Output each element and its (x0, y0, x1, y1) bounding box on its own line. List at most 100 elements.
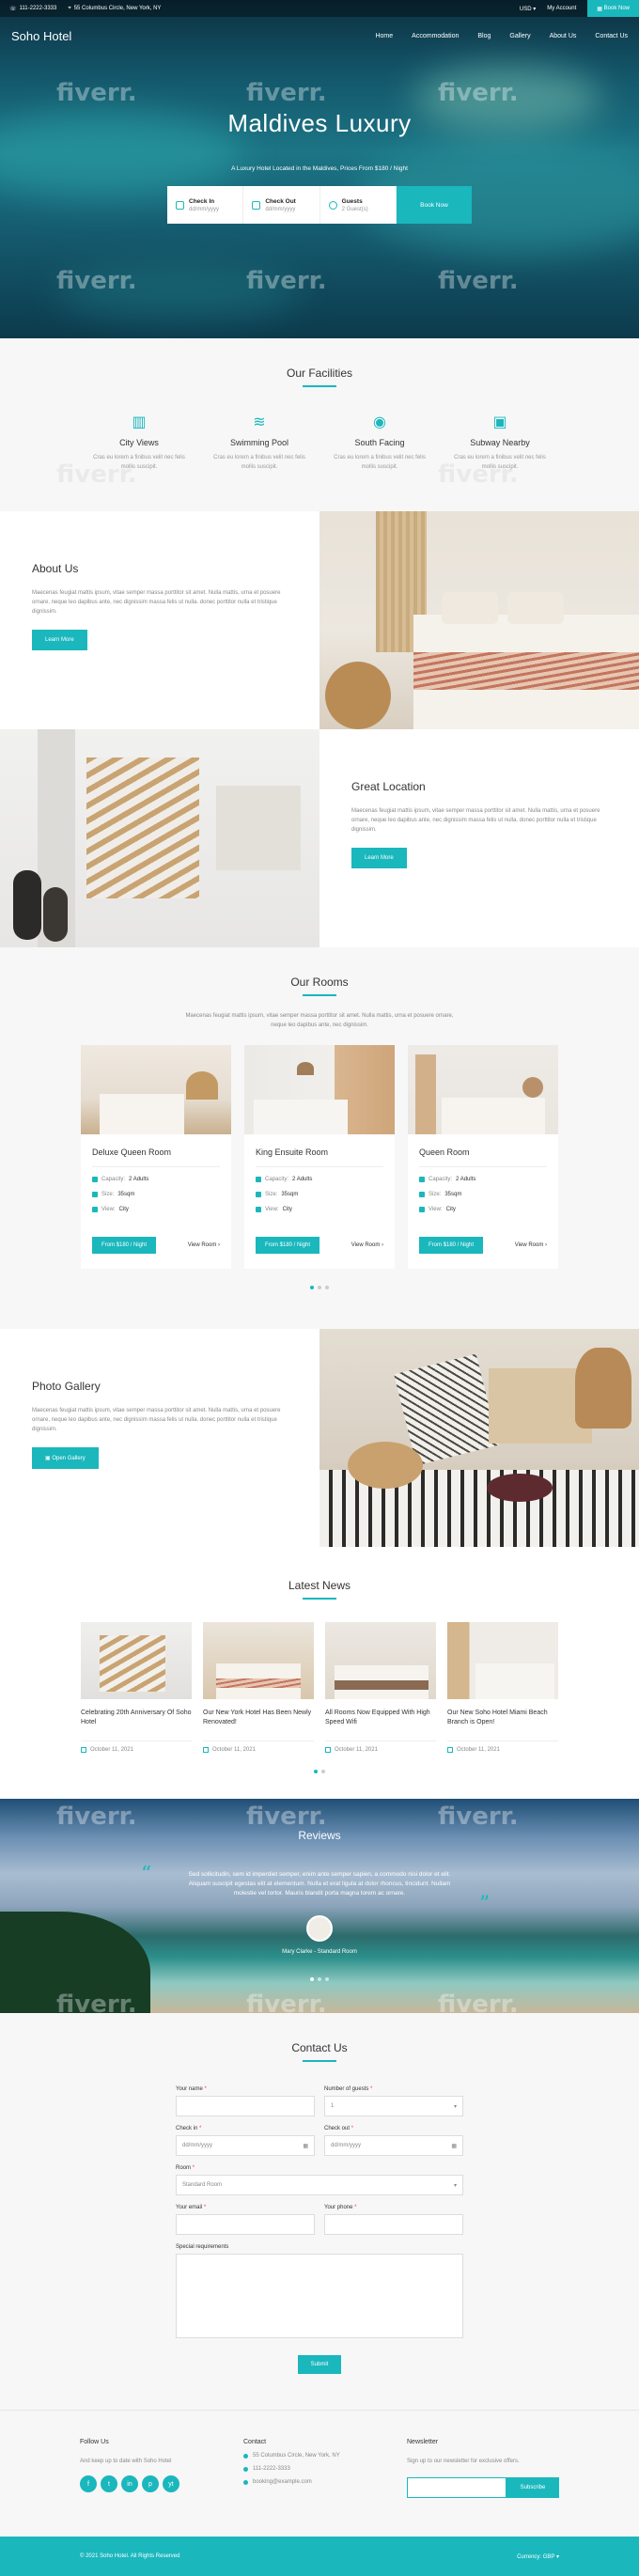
hero-title: Maldives Luxury (227, 109, 412, 137)
submit-button[interactable]: Submit (298, 2355, 341, 2374)
guests-select[interactable]: 1 ▾ (324, 2096, 463, 2116)
checkout-date-input[interactable]: dd/mm/yyyy ▦ (324, 2135, 463, 2156)
my-account-link[interactable]: My Account (547, 6, 576, 11)
carousel-dot[interactable] (314, 1770, 318, 1773)
carousel-dot[interactable] (325, 1286, 329, 1289)
room-image (408, 1045, 558, 1134)
facebook-icon[interactable]: f (80, 2475, 97, 2492)
nav-link-contact[interactable]: Contact Us (595, 33, 628, 39)
linkedin-icon[interactable]: in (121, 2475, 138, 2492)
news-image[interactable] (447, 1622, 558, 1699)
currency-label: USD (519, 6, 532, 12)
room-image (81, 1045, 231, 1134)
room-price-button[interactable]: From $180 / Night (419, 1237, 484, 1254)
black-vase (43, 887, 68, 942)
news-title-link[interactable]: Our New York Hotel Has Been Newly Renova… (203, 1709, 314, 1737)
carousel-dot[interactable] (325, 1977, 329, 1981)
compass-icon: ◉ (373, 414, 386, 430)
room-size: Size: 35sqm (256, 1192, 395, 1197)
capacity-label: Capacity: (265, 1177, 289, 1182)
carousel-dot[interactable] (321, 1770, 325, 1773)
news-title-link[interactable]: All Rooms Now Equipped With High Speed W… (325, 1709, 436, 1737)
checkout-field[interactable]: Check Out dd/mm/yyyy (243, 186, 320, 224)
news-image[interactable] (81, 1622, 192, 1699)
phone-input[interactable] (324, 2214, 463, 2235)
chevron-down-icon: ▾ (453, 2182, 457, 2189)
room-select[interactable]: Standard Room ▾ (176, 2175, 463, 2195)
calendar-icon (81, 1747, 86, 1753)
facility-name: Swimming Pool (229, 438, 289, 447)
name-input[interactable] (176, 2096, 315, 2116)
view-room-label: View Room (514, 1242, 544, 1248)
social-links: f t in p yt (80, 2475, 243, 2492)
room-price-button[interactable]: From $180 / Night (92, 1237, 157, 1254)
nav-link-about[interactable]: About Us (550, 33, 577, 39)
divider (419, 1166, 547, 1167)
view-label: View: (101, 1207, 116, 1212)
room-capacity: Capacity: 2 Adults (256, 1177, 395, 1182)
carousel-dot[interactable] (318, 1977, 321, 1981)
open-gallery-button[interactable]: ▣ Open Gallery (32, 1447, 99, 1469)
twitter-icon[interactable]: t (101, 2475, 117, 2492)
eye-icon (419, 1207, 425, 1212)
divider (92, 1166, 220, 1167)
room-card: Queen Room Capacity: 2 Adults Size: 35sqm … (408, 1045, 558, 1269)
room-name[interactable]: King Ensuite Room (256, 1147, 395, 1157)
view-room-link[interactable]: View Room › (188, 1242, 220, 1248)
view-room-link[interactable]: View Room › (351, 1242, 383, 1248)
watermark: fiverr. (56, 267, 137, 295)
carousel-dot[interactable] (318, 1286, 321, 1289)
news-title-link[interactable]: Celebrating 20th Anniversary Of Soho Hot… (81, 1709, 192, 1737)
currency-dropdown[interactable]: USD ▾ (520, 6, 536, 12)
topbar-phone[interactable]: ☏ 111-2222-3333 (9, 6, 56, 12)
woven-basket (348, 1442, 423, 1489)
nav-link-accommodation[interactable]: Accommodation (412, 33, 459, 39)
title-underline (303, 2060, 336, 2062)
building-icon: ▥ (132, 414, 147, 430)
nav-link-home[interactable]: Home (375, 33, 393, 39)
room-size: Size: 35sqm (92, 1192, 231, 1197)
chevron-right-icon: › (545, 1242, 547, 1248)
calendar-icon (176, 200, 184, 210)
footer-newsletter: Newsletter Sign up to our newsletter for… (407, 2439, 570, 2537)
watermark: fiverr. (438, 1991, 519, 2013)
youtube-icon[interactable]: yt (163, 2475, 179, 2492)
chevron-down-icon: ▾ (453, 2103, 457, 2110)
topbar-book-now-button[interactable]: ▦ Book Now (587, 0, 639, 17)
site-logo[interactable]: Soho Hotel (11, 29, 71, 43)
nav-link-blog[interactable]: Blog (477, 33, 491, 39)
view-room-link[interactable]: View Room › (515, 1242, 547, 1248)
date-text: October 11, 2021 (90, 1747, 133, 1753)
room-name[interactable]: Deluxe Queen Room (92, 1147, 231, 1157)
news-title-link[interactable]: Our New Soho Hotel Miami Beach Branch is… (447, 1709, 558, 1737)
calendar-icon (325, 1747, 331, 1753)
hero-book-now-button[interactable]: Book Now (396, 186, 472, 224)
checkin-field[interactable]: Check In dd/mm/yyyy (167, 186, 244, 224)
capacity-label: Capacity: (429, 1177, 453, 1182)
about-learn-more-button[interactable]: Learn More (32, 630, 87, 650)
view-label: View: (265, 1207, 279, 1212)
checkin-date-input[interactable]: dd/mm/yyyy ▦ (176, 2135, 315, 2156)
special-requirements-textarea[interactable] (176, 2254, 463, 2338)
footer-email[interactable]: booking@example.com (243, 2479, 407, 2485)
footer-currency-dropdown[interactable]: Currency: GBP ▾ (517, 2553, 559, 2560)
news-image[interactable] (325, 1622, 436, 1699)
location-pin-icon: ⌖ (68, 5, 71, 11)
newsletter-email-input[interactable] (407, 2477, 507, 2498)
room-select-value: Standard Room (182, 2182, 223, 2188)
carousel-dot[interactable] (310, 1286, 314, 1289)
facility-item: ◉ South Facing Cras eu lorem a finibus vel… (330, 415, 429, 472)
carousel-dot[interactable] (310, 1977, 314, 1981)
nav-link-gallery[interactable]: Gallery (509, 33, 530, 39)
subscribe-button[interactable]: Subscribe (507, 2477, 559, 2498)
location-learn-more-button[interactable]: Learn More (351, 848, 407, 868)
room-price-button[interactable]: From $180 / Night (256, 1237, 320, 1254)
room-name[interactable]: Queen Room (419, 1147, 558, 1157)
guests-field[interactable]: Guests 2 Guest(s) (320, 186, 397, 224)
contact-title: Contact Us (291, 2041, 348, 2054)
pinterest-icon[interactable]: p (142, 2475, 159, 2492)
email-input[interactable] (176, 2214, 315, 2235)
footer-phone[interactable]: 111-2222-3333 (243, 2466, 407, 2472)
news-image[interactable] (203, 1622, 314, 1699)
resize-icon (92, 1192, 98, 1197)
